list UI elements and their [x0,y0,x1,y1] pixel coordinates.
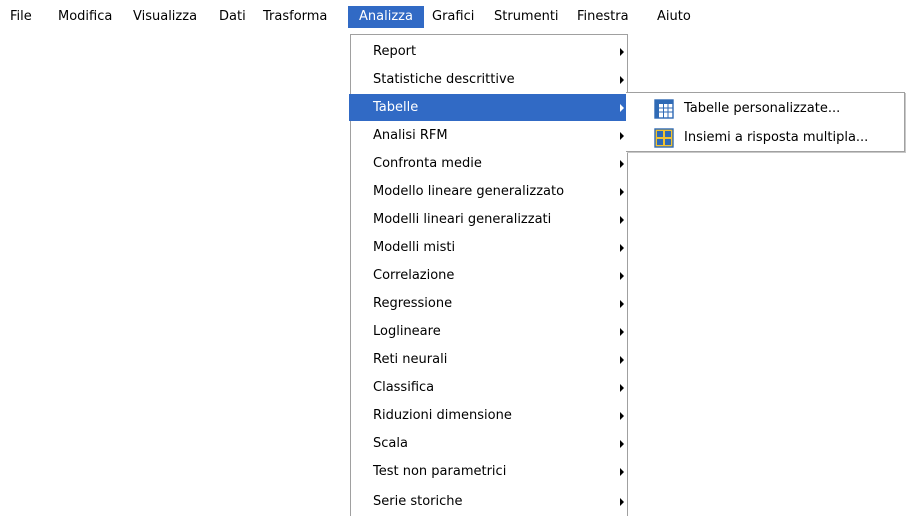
menu-item-statistiche-descrittive[interactable]: Statistiche descrittive [351,66,627,93]
submenu-arrow-icon [620,132,624,140]
menu-visualizza[interactable]: Visualizza [133,6,197,28]
submenu-arrow-icon [620,412,624,420]
menu-item-confronta-medie[interactable]: Confronta medie [351,150,627,177]
menu-item-modelli-lineari-generalizzati[interactable]: Modelli lineari generalizzati [351,206,627,233]
submenu-arrow-icon [620,188,624,196]
menu-item-correlazione[interactable]: Correlazione [351,262,627,289]
menu-item-modello-lineare-generalizzato[interactable]: Modello lineare generalizzato [351,178,627,205]
menu-item-label: Tabelle [373,100,419,115]
menu-item-label: Classifica [373,380,435,395]
menu-item-label: Report [373,44,417,59]
menu-item-test-non-parametrici[interactable]: Test non parametrici [351,458,627,485]
menu-item-label: Loglineare [373,324,441,339]
menu-item-label: Statistiche descrittive [373,72,515,87]
menu-item-label: Reti neurali [373,352,448,367]
submenu-arrow-icon [620,272,624,280]
menu-item-label: Test non parametrici [373,464,507,479]
menu-bar: File Modifica Visualizza Dati Trasforma … [0,0,906,34]
submenu-arrow-icon [620,104,624,112]
menu-item-serie-storiche[interactable]: Serie storiche [351,488,627,515]
submenu-arrow-icon [620,356,624,364]
submenu-arrow-icon [620,216,624,224]
menu-item-reti-neurali[interactable]: Reti neurali [351,346,627,373]
menu-item-label: Riduzioni dimensione [373,408,512,423]
submenu-item-insiemi-risposta-multipla[interactable]: Insiemi a risposta multipla... [626,124,905,151]
menu-aiuto[interactable]: Aiuto [657,6,691,28]
menu-item-analisi-rfm[interactable]: Analisi RFM [351,122,627,149]
submenu-arrow-icon [620,76,624,84]
menu-item-label: Regressione [373,296,453,311]
menu-analizza[interactable]: Analizza [348,6,424,28]
submenu-arrow-icon [620,384,624,392]
menu-modifica[interactable]: Modifica [58,6,112,28]
menu-finestra[interactable]: Finestra [577,6,629,28]
submenu-arrow-icon [620,244,624,252]
custom-tables-icon [654,99,674,119]
menu-item-label: Serie storiche [373,494,463,509]
submenu-arrow-icon [620,300,624,308]
menu-item-regressione[interactable]: Regressione [351,290,627,317]
menu-item-label: Scala [373,436,408,451]
submenu-arrow-icon [620,498,624,506]
menu-item-classifica[interactable]: Classifica [351,374,627,401]
menu-grafici[interactable]: Grafici [432,6,474,28]
menu-item-report[interactable]: Report [351,38,627,65]
menu-item-riduzioni-dimensione[interactable]: Riduzioni dimensione [351,402,627,429]
menu-trasforma[interactable]: Trasforma [263,6,327,28]
menu-item-label: Analisi RFM [373,128,448,143]
menu-item-label: Modello lineare generalizzato [373,184,565,199]
submenu-arrow-icon [620,440,624,448]
menu-item-label: Confronta medie [373,156,482,171]
submenu-arrow-icon [620,160,624,168]
submenu-arrow-icon [620,468,624,476]
menu-item-label: Modelli misti [373,240,456,255]
menu-file[interactable]: File [10,6,32,28]
submenu-item-label: Insiemi a risposta multipla... [684,130,869,145]
menu-dati[interactable]: Dati [219,6,246,28]
submenu-arrow-icon [620,328,624,336]
analizza-dropdown-menu: Report Statistiche descrittive Tabelle A… [349,34,628,516]
menu-item-tabelle[interactable]: Tabelle [349,94,628,121]
menu-strumenti[interactable]: Strumenti [494,6,559,28]
menu-item-modelli-misti[interactable]: Modelli misti [351,234,627,261]
multiple-response-sets-icon [654,128,674,148]
menu-item-label: Modelli lineari generalizzati [373,212,552,227]
submenu-item-tabelle-personalizzate[interactable]: Tabelle personalizzate... [626,95,905,122]
menu-item-scala[interactable]: Scala [351,430,627,457]
menu-item-label: Correlazione [373,268,455,283]
submenu-arrow-icon [620,48,624,56]
tabelle-submenu: Tabelle personalizzate... Insiemi a risp… [626,92,905,152]
menu-item-loglineare[interactable]: Loglineare [351,318,627,345]
submenu-item-label: Tabelle personalizzate... [684,101,841,116]
